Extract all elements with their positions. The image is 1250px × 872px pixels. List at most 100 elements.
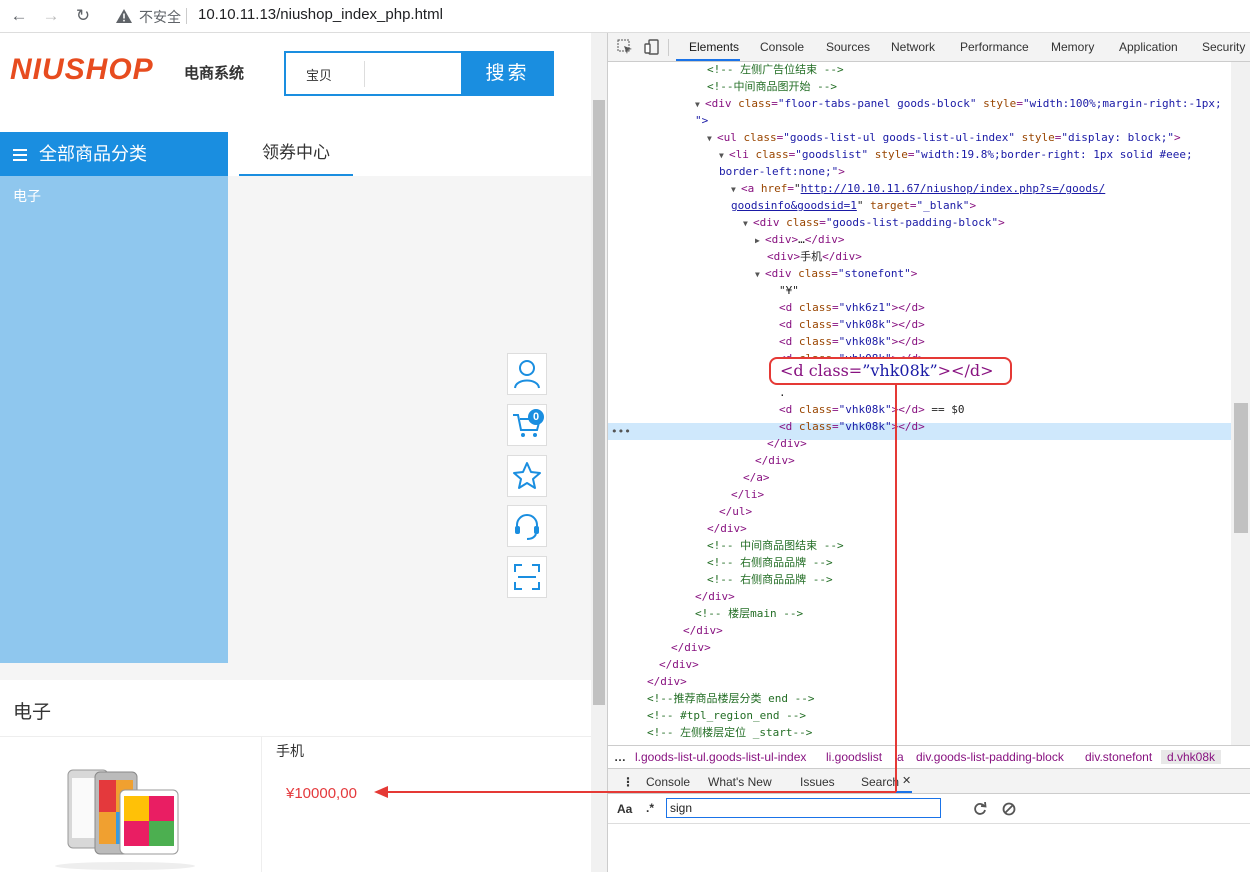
breadcrumb-ellipsis[interactable]: … [614, 750, 626, 764]
expand-triangle-icon[interactable]: ▼ [695, 96, 705, 113]
breadcrumb-a[interactable]: a [897, 750, 904, 764]
tab-network[interactable]: Network [891, 40, 935, 54]
cart-button[interactable]: 0 [507, 404, 547, 446]
device-toolbar-icon[interactable] [644, 39, 660, 55]
dom-node-line[interactable]: "¥" [779, 282, 799, 299]
dom-node-line[interactable]: <d class="vhk08k"></d> [779, 316, 925, 333]
devtools-scrollbar-thumb[interactable] [1234, 403, 1248, 533]
dom-node-line[interactable]: <!-- 右侧商品品牌 --> [707, 554, 833, 571]
address-bar-url[interactable]: 10.10.11.13/niushop_index_php.html [198, 6, 443, 23]
page-scrollbar[interactable] [591, 33, 607, 872]
breadcrumb-d[interactable]: d.vhk08k [1161, 750, 1222, 764]
breadcrumb-li[interactable]: li.goodslist [826, 750, 882, 764]
tab-security[interactable]: Security [1202, 40, 1245, 54]
dom-node-line[interactable]: <!-- 右侧商品品牌 --> [707, 571, 833, 588]
expand-triangle-icon[interactable]: ▼ [731, 181, 741, 198]
product-name[interactable]: 手机 [276, 741, 304, 761]
drawer-tab-whats-new[interactable]: What's New [708, 775, 772, 789]
dom-node-line[interactable]: <!-- 楼层main --> [695, 605, 803, 622]
refresh-icon[interactable] [973, 802, 987, 816]
dom-node-line[interactable]: ▼ <div class="floor-tabs-panel goods-bloc… [695, 95, 1222, 112]
code-token: <!-- 右侧商品品牌 --> [707, 556, 833, 569]
drawer-tab-issues[interactable]: Issues [800, 775, 835, 789]
user-button[interactable] [507, 353, 547, 395]
dom-node-line[interactable]: </div> [767, 435, 807, 452]
tab-console[interactable]: Console [760, 40, 804, 54]
dom-node-line[interactable]: </div> [671, 639, 711, 656]
dom-node-line[interactable]: </div> [695, 588, 735, 605]
close-icon[interactable]: ✕ [902, 774, 911, 787]
dom-node-line[interactable]: goodsinfo&goodsid=1" target="_blank"> [731, 197, 976, 214]
customer-service-button[interactable] [507, 505, 547, 547]
dom-node-line[interactable]: <!-- 左侧楼层定位 _start--> [647, 724, 812, 741]
search-category-select[interactable]: 宝贝 [306, 65, 332, 84]
dom-node-line[interactable]: </div> [659, 656, 699, 673]
dom-node-line[interactable]: . [779, 384, 786, 401]
expand-triangle-icon[interactable]: ▶ [755, 232, 765, 249]
tab-memory[interactable]: Memory [1051, 40, 1094, 54]
drawer-tab-console[interactable]: Console [646, 775, 690, 789]
tab-sources[interactable]: Sources [826, 40, 870, 54]
dom-node-line[interactable]: <!-- #tpl_region_end --> [647, 707, 806, 724]
dom-node-line[interactable]: </a> [743, 469, 770, 486]
dom-node-line[interactable]: ▼ <div class="stonefont"> [755, 265, 917, 282]
all-categories-header[interactable]: 全部商品分类 [0, 132, 228, 176]
search-button[interactable]: 搜索 [461, 51, 554, 96]
devtools-scrollbar[interactable] [1231, 62, 1250, 745]
dom-node-line[interactable]: ▼ <ul class="goods-list-ul goods-list-ul-… [707, 129, 1181, 146]
regex-toggle[interactable]: .* [646, 801, 654, 815]
tab-coupon-center[interactable]: 领券中心 [239, 132, 353, 176]
dom-node-line[interactable]: <d class="vhk08k"></d> == $0 [779, 401, 964, 418]
dom-node-line[interactable]: <!-- 中间商品图结束 --> [707, 537, 844, 554]
node-menu-dots[interactable]: ••• [611, 423, 631, 440]
dom-node-line[interactable]: </ul> [719, 503, 752, 520]
warning-icon[interactable] [115, 7, 133, 25]
code-token: class [798, 403, 832, 416]
reload-icon[interactable]: ↻ [73, 6, 93, 26]
dom-node-line[interactable]: ▼ <div class="goods-list-padding-block"> [743, 214, 1005, 231]
breadcrumb-div-stonefont[interactable]: div.stonefont [1085, 750, 1152, 764]
dom-node-line[interactable]: <d class="vhk08k"></d> [779, 418, 925, 435]
dom-node-line[interactable]: </div> [647, 673, 687, 690]
breadcrumb-div-padding[interactable]: div.goods-list-padding-block [916, 750, 1064, 764]
expand-triangle-icon[interactable]: ▼ [743, 215, 753, 232]
dom-node-line[interactable]: </div> [683, 622, 723, 639]
dom-node-line[interactable]: </div> [707, 520, 747, 537]
scan-button[interactable] [507, 556, 547, 598]
favorites-button[interactable] [507, 455, 547, 497]
dom-node-line[interactable]: ▼ <li class="goodslist" style="width:19.8… [719, 146, 1193, 163]
dom-node-line[interactable]: <!--中间商品图开始 --> [707, 78, 837, 95]
phone-product-image[interactable] [50, 764, 200, 872]
inspect-element-icon[interactable] [617, 39, 633, 55]
dom-node-line[interactable]: <d class="vhk6z1"></d> [779, 299, 925, 316]
page-scrollbar-thumb[interactable] [593, 100, 605, 705]
dom-node-line[interactable]: <d class="vhk08k"></d> [779, 333, 925, 350]
drawer-menu-icon[interactable]: ⋮ [622, 775, 634, 789]
expand-triangle-icon[interactable]: ▼ [755, 266, 765, 283]
tab-performance[interactable]: Performance [960, 40, 1029, 54]
dom-node-line[interactable]: </div> [755, 452, 795, 469]
dom-node-line[interactable]: ▶ <div>…</div> [755, 231, 845, 248]
category-item-electronics[interactable]: 电子 [13, 186, 41, 206]
dom-node-line[interactable]: <div>手机</div> [767, 248, 862, 265]
expand-triangle-icon[interactable]: ▼ [707, 130, 717, 147]
clear-icon[interactable] [1002, 802, 1016, 816]
expand-triangle-icon[interactable]: ▼ [719, 147, 729, 164]
search-query-input[interactable]: sign [666, 798, 941, 818]
back-arrow-icon[interactable]: ← [9, 6, 29, 26]
dom-node-line[interactable]: "> [695, 112, 708, 129]
breadcrumb-ul[interactable]: l.goods-list-ul.goods-list-ul-index [635, 750, 806, 764]
dom-node-line[interactable]: ▼ <a href="http://10.10.11.67/niushop/ind… [731, 180, 1105, 197]
tab-application[interactable]: Application [1119, 40, 1178, 54]
dom-node-line[interactable]: </li> [731, 486, 764, 503]
tab-elements[interactable]: Elements [689, 40, 739, 54]
floor-divider [0, 736, 591, 737]
drawer-tab-search[interactable]: Search [861, 775, 899, 789]
dom-node-line[interactable]: border-left:none;"> [719, 163, 845, 180]
dom-node-line[interactable]: <!-- 左侧广告位结束 --> [707, 62, 844, 78]
niushop-logo[interactable]: NIUSHOP 电商系统 [10, 53, 244, 86]
dom-node-line[interactable]: <!--推荐商品楼层分类 end --> [647, 690, 814, 707]
forward-arrow-icon[interactable]: → [41, 6, 61, 26]
insecure-label[interactable]: 不安全 [139, 7, 181, 27]
match-case-toggle[interactable]: Aa [617, 802, 632, 816]
